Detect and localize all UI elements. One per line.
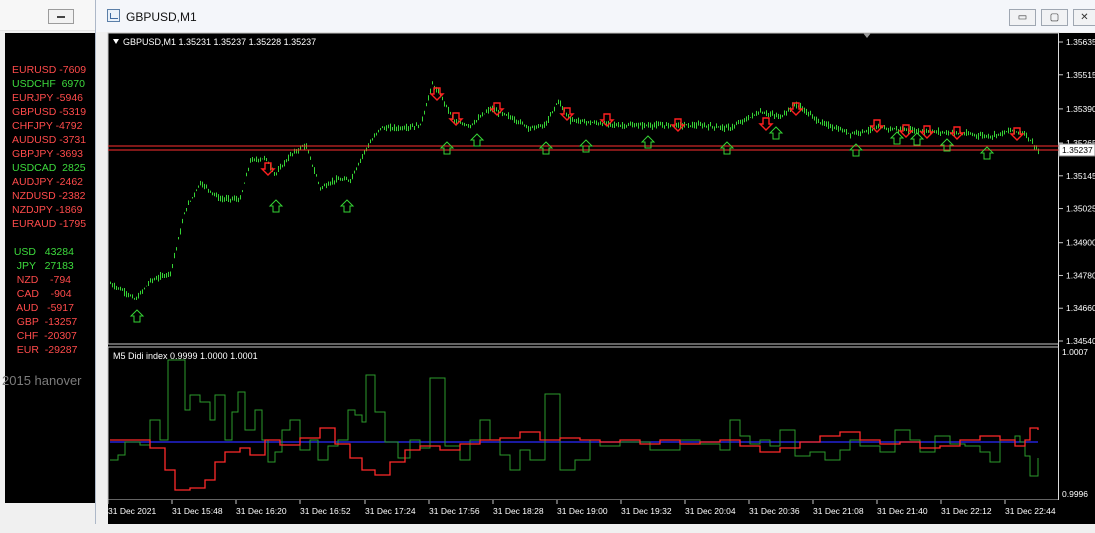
price-axis-label: 1.35390: [1066, 104, 1095, 114]
time-axis-label: 31 Dec 22:12: [941, 506, 992, 516]
time-axis-label: 31 Dec 19:00: [557, 506, 608, 516]
price-axis-label: 1.34660: [1066, 303, 1095, 313]
price-axis-label: 1.35025: [1066, 204, 1095, 214]
time-axis-label: 31 Dec 21:40: [877, 506, 928, 516]
time-axis-label: 31 Dec 20:04: [685, 506, 736, 516]
time-axis-label: 31 Dec 20:36: [749, 506, 800, 516]
time-axis-label: 31 Dec 15:48: [172, 506, 223, 516]
chart-canvas[interactable]: 1.356351.355151.353901.352651.351451.350…: [0, 0, 1095, 533]
time-axis-label: 31 Dec 17:56: [429, 506, 480, 516]
time-axis-label: 31 Dec 16:20: [236, 506, 287, 516]
price-axis-label: 1.35635: [1066, 37, 1095, 47]
time-axis-label: 31 Dec 18:28: [493, 506, 544, 516]
time-axis-label: 31 Dec 21:08: [813, 506, 864, 516]
current-price-label: 1.35237: [1062, 145, 1093, 155]
time-axis-label: 31 Dec 2021: [108, 506, 156, 516]
indicator-axis-label: 0.9996: [1062, 489, 1088, 499]
price-axis-label: 1.34540: [1066, 336, 1095, 346]
window-bottom-border: [95, 524, 1095, 533]
price-axis-label: 1.34780: [1066, 270, 1095, 280]
price-axis-label: 1.35515: [1066, 70, 1095, 80]
time-axis-label: 31 Dec 22:44: [1005, 506, 1056, 516]
time-axis-label: 31 Dec 19:32: [621, 506, 672, 516]
price-axis-label: 1.35145: [1066, 171, 1095, 181]
main-chart-info: GBPUSD,M1 1.35231 1.35237 1.35228 1.3523…: [123, 37, 316, 47]
indicator-axis-label: 1.0007: [1062, 347, 1088, 357]
price-axis-label: 1.34900: [1066, 238, 1095, 248]
time-axis-label: 31 Dec 17:24: [365, 506, 416, 516]
time-axis-label: 31 Dec 16:52: [300, 506, 351, 516]
